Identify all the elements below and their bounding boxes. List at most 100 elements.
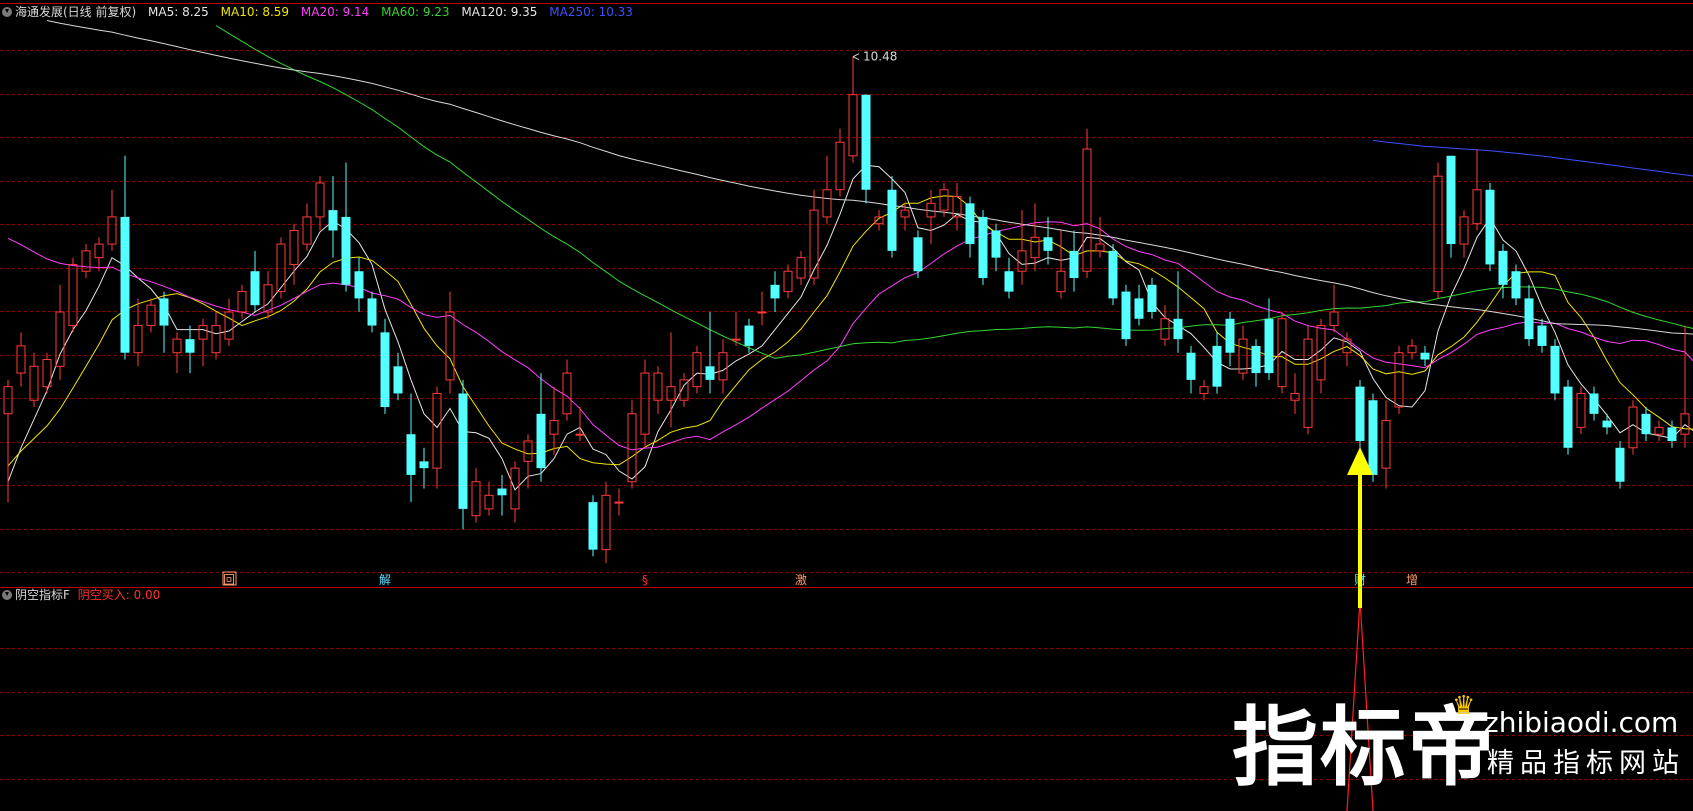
candle <box>601 481 611 564</box>
candle-body <box>1472 189 1482 225</box>
candle-body <box>367 298 377 326</box>
candle <box>159 291 169 353</box>
candle <box>1355 379 1365 448</box>
candle <box>445 291 455 394</box>
candle-body <box>120 216 130 353</box>
candle <box>1550 339 1560 401</box>
candlestick-chart: 10.48 回解§激财增 <box>0 3 1693 811</box>
candle-body <box>1082 148 1092 272</box>
candle-body <box>913 237 923 272</box>
candle-body <box>198 325 208 340</box>
candle-body <box>1147 284 1157 312</box>
ma10-line <box>7 195 1693 467</box>
candle <box>640 359 650 448</box>
candle-body <box>1264 318 1274 374</box>
candle <box>1199 379 1209 401</box>
candle-body <box>575 433 585 436</box>
candle-body <box>848 94 858 157</box>
candle-body <box>458 393 468 509</box>
candle-body <box>1030 236 1040 259</box>
candle-body <box>1641 413 1651 435</box>
watermark-tagline: 精品指标网站 <box>1487 748 1685 779</box>
signal-marker: 解 <box>379 573 391 587</box>
candle <box>1641 407 1651 441</box>
candle-body <box>445 311 455 381</box>
candle-body <box>107 216 117 245</box>
candle-body <box>523 440 533 462</box>
candle-body <box>601 494 611 551</box>
candle-body <box>159 298 169 326</box>
candle-body <box>1004 271 1014 292</box>
candle <box>94 237 104 272</box>
ma250-label: MA250: 10.33 <box>549 5 633 19</box>
candle <box>458 379 468 530</box>
candle-body <box>549 420 559 435</box>
crown-icon: ♛ <box>1452 691 1476 721</box>
candle <box>107 189 117 251</box>
candle-body <box>1056 270 1066 293</box>
candle <box>1537 318 1547 353</box>
ma10-label: MA10: 8.59 <box>220 5 290 19</box>
signal-marker: 激 <box>795 573 807 587</box>
candle <box>16 332 26 387</box>
candle <box>289 223 299 285</box>
indicator-value: 阴空买入: 0.00 <box>77 588 161 602</box>
candle-body <box>68 263 78 327</box>
candle-body <box>627 413 637 483</box>
candle <box>367 291 377 333</box>
ma120-label: MA120: 9.35 <box>461 5 538 19</box>
candle-body <box>1433 175 1443 293</box>
collapse-toggle-icon[interactable] <box>2 590 12 600</box>
candle <box>393 352 403 401</box>
candle <box>1446 155 1456 258</box>
signal-marker: 增 <box>1406 573 1418 587</box>
candle-body <box>835 141 845 191</box>
candle-body <box>1407 345 1417 354</box>
candle <box>1303 325 1313 435</box>
candle <box>250 250 260 312</box>
candle-body <box>1186 352 1196 380</box>
signal-marker: 回 <box>223 573 235 587</box>
candle <box>1147 278 1157 319</box>
candle-body <box>172 338 182 354</box>
candle-body <box>211 325 221 354</box>
candle-body <box>484 494 494 510</box>
candle-body <box>1602 420 1612 428</box>
candle-body <box>1121 291 1131 340</box>
candle <box>653 366 663 414</box>
candle <box>1082 128 1092 279</box>
candle-body <box>1303 338 1313 428</box>
candle-body <box>562 372 572 415</box>
candle <box>1030 203 1040 272</box>
candle-body <box>1238 338 1248 374</box>
collapse-toggle-icon[interactable] <box>2 7 12 17</box>
candle <box>497 474 507 516</box>
candle-body <box>861 94 871 190</box>
candle <box>1121 284 1131 346</box>
candle-body <box>1446 155 1456 245</box>
candle-body <box>1381 420 1391 469</box>
candles-layer: 10.48 <box>3 50 1690 564</box>
candle <box>835 128 845 197</box>
candle-body <box>1043 237 1053 251</box>
candle <box>614 488 624 516</box>
candle <box>757 291 767 326</box>
candle-body <box>1329 311 1339 327</box>
candle-body <box>1550 345 1560 394</box>
candle <box>796 250 806 285</box>
candle-body <box>263 284 273 313</box>
candle-body <box>1485 189 1495 265</box>
candle <box>1615 440 1625 489</box>
candle <box>81 244 91 279</box>
candle-body <box>315 182 325 218</box>
candle <box>55 284 65 380</box>
candle-body <box>432 392 442 469</box>
candle-body <box>237 291 247 313</box>
candle <box>783 264 793 299</box>
candle <box>913 230 923 279</box>
candle <box>744 318 754 353</box>
candle-body <box>341 216 351 285</box>
candle <box>1004 257 1014 299</box>
candle <box>146 298 156 333</box>
candle-body <box>1654 426 1664 435</box>
